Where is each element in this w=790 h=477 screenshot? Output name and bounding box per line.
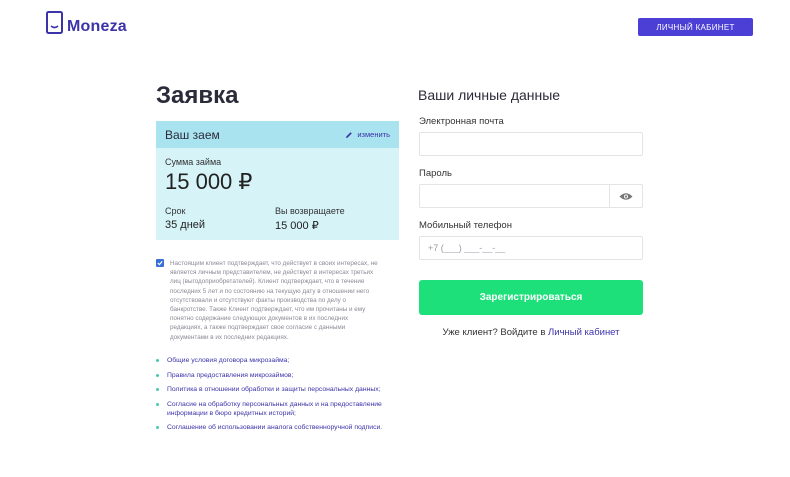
edit-loan-label: изменить [357,130,390,139]
return-value: 15 000 ₽ [275,220,319,232]
login-prompt: Уже клиент? Войдите в Личный кабинет [419,327,643,338]
logo-text: Moneza [67,18,127,35]
document-link[interactable]: Соглашение об использовании аналога собс… [156,423,386,432]
phone-field[interactable] [420,237,642,259]
password-label: Пароль [419,168,452,179]
edit-loan-link[interactable]: изменить [345,130,390,139]
form-title: Ваши личные данные [418,87,561,103]
document-link[interactable]: Общие условия договора микрозайма; [156,356,386,365]
amount-label: Сумма займа [165,157,222,167]
eye-icon [619,192,633,200]
loan-card-header: Ваш заем изменить [156,121,399,148]
document-link[interactable]: Согласие на обработку персональных данны… [156,400,386,418]
email-field[interactable] [420,133,642,155]
phone-logo-icon [46,11,63,34]
document-link[interactable]: Правила предоставления микрозаймов; [156,371,386,380]
consent-text: Настоящим клиент подтверждает, что дейст… [170,260,378,341]
loan-card-title: Ваш заем [165,127,220,142]
logo[interactable]: Moneza [46,10,127,36]
phone-label: Мобильный телефон [419,220,512,231]
check-icon [157,261,163,266]
return-label: Вы возвращаете [275,206,345,216]
show-password-button[interactable] [609,184,643,208]
term-value: 35 дней [165,219,206,231]
term-label: Срок [165,206,186,216]
page-title: Заявка [156,82,239,109]
register-button[interactable]: Зарегистрироваться [419,280,643,315]
password-field[interactable] [420,185,609,207]
document-link[interactable]: Политика в отношении обработки и защиты … [156,385,386,394]
phone-field-wrap [419,236,643,260]
password-field-wrap [419,184,609,208]
amount-value: 15 000 ₽ [165,169,253,194]
password-group [419,184,643,208]
login-link[interactable]: Личный кабинет [548,327,619,338]
login-prompt-text: Уже клиент? Войдите в [442,327,546,338]
pencil-icon [346,131,353,138]
documents-list: Общие условия договора микрозайма; Прави… [156,356,386,438]
email-label: Электронная почта [419,116,504,127]
email-field-wrap [419,132,643,156]
loan-summary-card: Ваш заем изменить Сумма займа 15 000 ₽ С… [156,121,399,240]
personal-cabinet-button[interactable]: ЛИЧНЫЙ КАБИНЕТ [638,18,753,36]
consent-checkbox[interactable] [156,259,164,267]
